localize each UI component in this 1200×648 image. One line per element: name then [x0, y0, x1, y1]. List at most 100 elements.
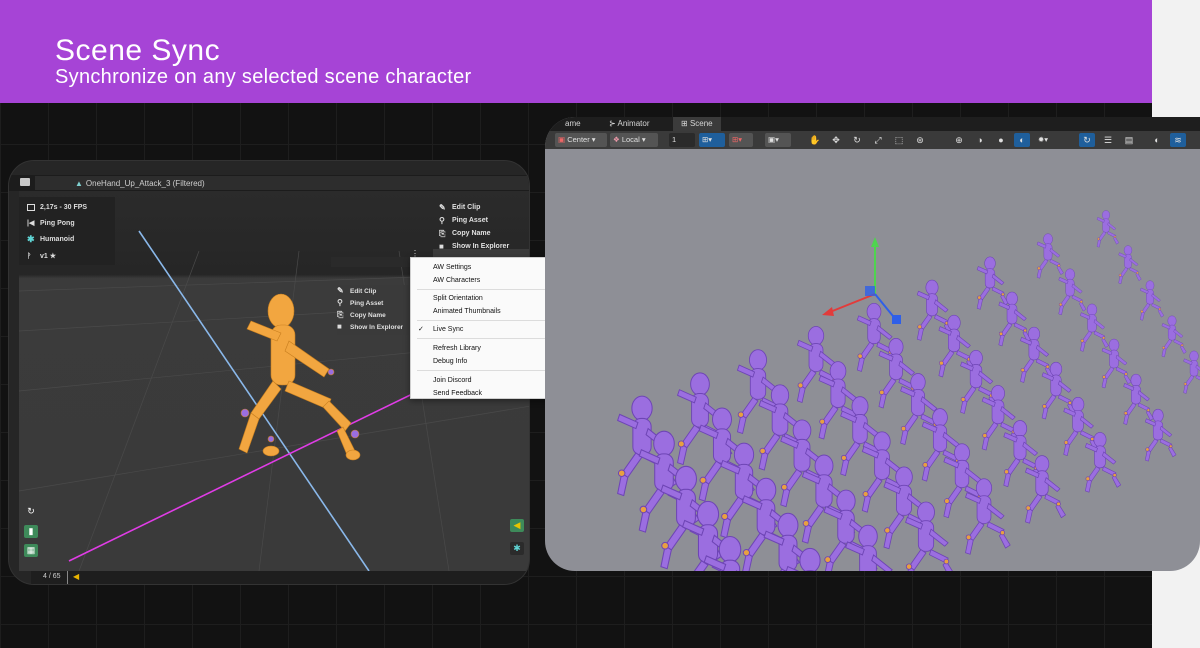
copy-name-item[interactable]: ⎘ Copy Name — [439, 227, 509, 240]
timeline-bar[interactable]: 4 / 65 ◀ — [31, 571, 529, 584]
playhead[interactable] — [67, 571, 68, 584]
scale-icon: ⤢ — [874, 135, 882, 145]
character-crowd — [616, 210, 1200, 571]
menu-separator — [417, 370, 557, 371]
grid-icon: ▦ — [26, 545, 36, 555]
sphere-icon: ● — [998, 135, 1004, 145]
sync-icon: ↻ — [1083, 135, 1091, 145]
night-mode-button[interactable]: ◐ — [1149, 133, 1165, 147]
rect-tool-button[interactable]: ⬚ — [891, 133, 907, 147]
increment-snap-button[interactable]: ⊞▾ — [729, 133, 753, 147]
menu-refresh-library[interactable]: Refresh Library — [433, 343, 553, 354]
view-options-button[interactable]: ▣▾ — [765, 133, 791, 147]
menu-separator — [417, 320, 557, 321]
page-title: Scene Sync — [55, 34, 221, 67]
scene-character[interactable] — [1183, 350, 1200, 394]
rotate-icon: ↻ — [853, 135, 861, 145]
space-dropdown[interactable]: ❖ Local ▾ — [610, 133, 658, 147]
camera-button[interactable]: ▮ — [24, 525, 38, 538]
shading-icon: ◑ — [977, 135, 983, 145]
scene-character[interactable] — [1036, 233, 1064, 279]
check-icon: ✓ — [418, 326, 424, 333]
editor-tab-bar: ame ⊱ Animator ⊞ Scene — [545, 117, 1200, 131]
grid-snap-button[interactable]: ⊞▾ — [699, 133, 725, 147]
scene-character[interactable] — [1161, 315, 1187, 358]
scene-character[interactable] — [1058, 268, 1087, 316]
extra-button[interactable]: ≋ — [1170, 133, 1186, 147]
overlay-button[interactable]: ▤ — [1121, 133, 1137, 147]
pivot-dropdown[interactable]: ▣ Center ▾ — [555, 133, 607, 147]
grid-button[interactable]: ▦ — [24, 544, 38, 557]
gizmo-button[interactable]: ⊕ — [951, 133, 967, 147]
humanoid-button[interactable]: ✱ — [510, 542, 524, 555]
shading-mode-button[interactable]: ◑ — [972, 133, 988, 147]
overlay-icon: ▤ — [1124, 135, 1134, 145]
lighting-button[interactable]: ● — [993, 133, 1009, 147]
clip-tab-label: ▲ OneHand_Up_Attack_3 (Filtered) — [75, 179, 205, 188]
rotate-tool-button[interactable]: ↻ — [849, 133, 865, 147]
scene-view-window: ame ⊱ Animator ⊞ Scene ▣ Center ▾ ❖ Loca… — [545, 117, 1200, 571]
scene-viewport[interactable] — [545, 149, 1200, 571]
menu-live-sync[interactable]: Live Sync — [433, 324, 553, 335]
transform-gizmo — [822, 237, 901, 324]
copy-icon: ⎘ — [439, 228, 446, 238]
audio-marker-icon: ◀ — [73, 572, 80, 581]
sync-button[interactable]: ↻ — [1079, 133, 1095, 147]
tab-animator[interactable]: ⊱ Animator — [601, 117, 658, 131]
clip-tab-title: OneHand_Up_Attack_3 (Filtered) — [85, 179, 205, 188]
rig-row: ✱ Humanoid — [27, 234, 75, 244]
pencil-icon: ✎ — [337, 286, 344, 295]
audio-button[interactable]: ◐ — [1014, 133, 1030, 147]
scene-character[interactable] — [976, 256, 1009, 310]
snap-value-field[interactable]: 1 — [669, 133, 695, 147]
menu-debug-info[interactable]: Debug Info — [433, 356, 553, 367]
snap-icon: ⊞▾ — [732, 135, 743, 144]
move-tool-button[interactable]: ✥ — [828, 133, 844, 147]
tab-game[interactable]: ame — [557, 117, 589, 131]
scene-character[interactable] — [1118, 245, 1142, 285]
hand-icon: ✋ — [809, 135, 821, 145]
layers-icon: ☰ — [1103, 135, 1113, 145]
scene-character[interactable] — [1096, 210, 1120, 248]
effects-dropdown[interactable]: ✹▾ — [1035, 133, 1059, 147]
rect-icon: ⬚ — [894, 135, 904, 145]
ping-asset-item[interactable]: ⚲ Ping Asset — [439, 214, 509, 227]
version-row: ᚹ v1 ★ — [27, 252, 57, 261]
grid-icon: ⊞▾ — [702, 135, 713, 144]
toolbar-strip-secondary — [331, 257, 413, 267]
move-icon: ✥ — [832, 135, 840, 145]
loop-mode-row[interactable]: |◀ Ping Pong — [27, 220, 75, 227]
refresh-button[interactable]: ↻ — [24, 505, 38, 518]
folder-icon: ■ — [439, 241, 444, 251]
copy-icon: ⎘ — [337, 310, 344, 319]
menu-animated-thumbnails[interactable]: Animated Thumbnails› — [433, 306, 557, 317]
humanoid-icon: ✱ — [513, 543, 521, 553]
menu-aw-settings[interactable]: AW Settings — [433, 262, 553, 273]
title-banner: Scene Sync Synchronize on any selected s… — [0, 0, 1152, 103]
edit-clip-item[interactable]: ✎ Edit Clip — [439, 201, 509, 214]
sound-button[interactable]: ◀ — [510, 519, 524, 532]
menu-separator — [417, 289, 557, 290]
menu-aw-characters[interactable]: AW Characters — [433, 275, 553, 286]
tab-scene[interactable]: ⊞ Scene — [673, 117, 721, 131]
search-icon: ⚲ — [439, 215, 445, 225]
clip-info-panel: 2,17s - 30 FPS |◀ Ping Pong ✱ Humanoid ᚹ v1… — [19, 197, 115, 265]
page-subtitle: Synchronize on any selected scene charac… — [55, 66, 472, 88]
refresh-icon: ↻ — [27, 506, 35, 516]
scene-character[interactable] — [1139, 280, 1165, 321]
speaker-icon: ◀ — [513, 520, 521, 530]
show-in-explorer-item[interactable]: ■ Show In Explorer — [439, 240, 509, 253]
scale-tool-button[interactable]: ⤢ — [870, 133, 886, 147]
folder-icon[interactable] — [20, 178, 30, 186]
moon-icon: ◐ — [1154, 135, 1160, 145]
search-icon: ⚲ — [337, 298, 343, 307]
menu-split-orientation[interactable]: Split Orientation› — [433, 293, 557, 304]
menu-join-discord[interactable]: Join Discord — [433, 375, 553, 386]
menu-send-feedback[interactable]: Send Feedback — [433, 388, 553, 399]
transform-tool-button[interactable]: ⊛ — [912, 133, 928, 147]
scene-character[interactable] — [1079, 303, 1109, 352]
hand-tool-button[interactable]: ✋ — [807, 133, 823, 147]
scene-toolbar: ▣ Center ▾ ❖ Local ▾ 1 ⊞▾ ⊞▾ ▣▾ ✋ ✥ ↻ ⤢ … — [545, 131, 1200, 149]
humanoid-icon: ✱ — [27, 234, 35, 244]
layers-button[interactable]: ☰ — [1100, 133, 1116, 147]
